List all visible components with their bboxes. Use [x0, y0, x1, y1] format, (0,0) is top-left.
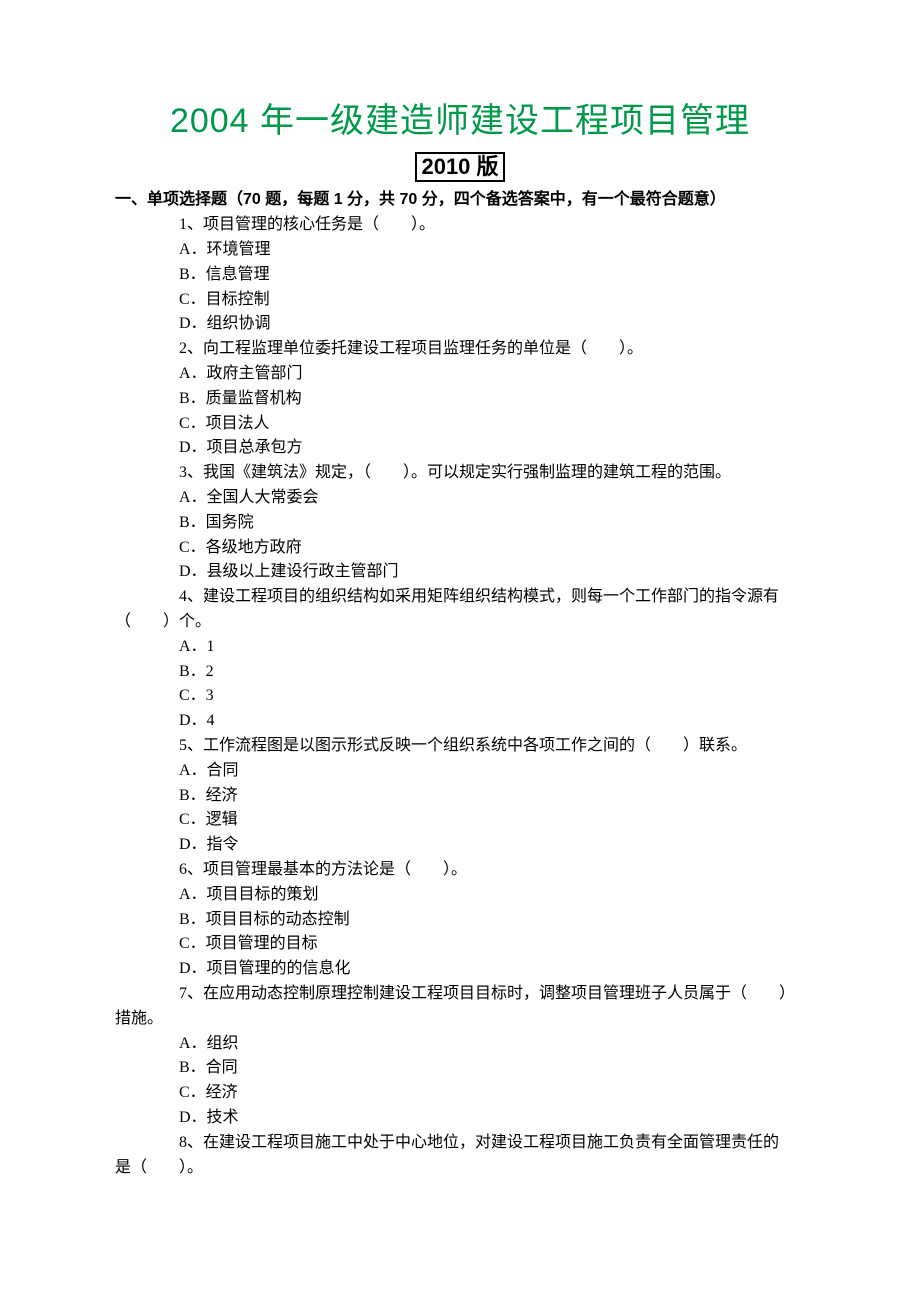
question-stem: 2、向工程监理单位委托建设工程项目监理任务的单位是（ ）。	[115, 337, 805, 362]
question-option: D．组织协调	[115, 312, 805, 337]
question-option: C．经济	[115, 1081, 805, 1106]
question-option: B．经济	[115, 784, 805, 809]
question-option: C．各级地方政府	[115, 536, 805, 561]
section-heading: 一、单项选择题（70 题，每题 1 分，共 70 分，四个备选答案中，有一个最符…	[115, 188, 805, 213]
question-option: A．项目目标的策划	[115, 883, 805, 908]
question-option: C．3	[115, 684, 805, 709]
question-option: D．技术	[115, 1106, 805, 1131]
question-stem: 7、在应用动态控制原理控制建设工程项目目标时，调整项目管理班子人员属于（ ）	[115, 982, 805, 1007]
subtitle-wrap: 2010 版	[115, 152, 805, 183]
question-option: A．1	[115, 635, 805, 660]
question-option: B．2	[115, 660, 805, 685]
question-stem-cont: 措施。	[115, 1007, 805, 1032]
question-option: D．4	[115, 709, 805, 734]
question-stem: 4、建设工程项目的组织结构如采用矩阵组织结构模式，则每一个工作部门的指令源有	[115, 585, 805, 610]
question-option: B．项目目标的动态控制	[115, 908, 805, 933]
question-option: D．项目总承包方	[115, 436, 805, 461]
question-option: B．国务院	[115, 511, 805, 536]
question-option: C．目标控制	[115, 288, 805, 313]
question-stem: 6、项目管理最基本的方法论是（ ）。	[115, 858, 805, 883]
question-option: A．环境管理	[115, 238, 805, 263]
document-page: 2004 年一级建造师建设工程项目管理 2010 版 一、单项选择题（70 题，…	[0, 0, 920, 1302]
question-option: C．逻辑	[115, 808, 805, 833]
document-subtitle: 2010 版	[415, 152, 504, 182]
question-stem: 8、在建设工程项目施工中处于中心地位，对建设工程项目施工负责有全面管理责任的	[115, 1131, 805, 1156]
question-option: A．全国人大常委会	[115, 486, 805, 511]
question-option: D．项目管理的的信息化	[115, 957, 805, 982]
question-option: C．项目管理的目标	[115, 932, 805, 957]
question-option: A．合同	[115, 759, 805, 784]
question-option: D．县级以上建设行政主管部门	[115, 560, 805, 585]
question-option: A．组织	[115, 1032, 805, 1057]
question-option: B．质量监督机构	[115, 387, 805, 412]
question-option: B．信息管理	[115, 263, 805, 288]
document-title: 2004 年一级建造师建设工程项目管理	[115, 95, 805, 148]
question-stem: 5、工作流程图是以图示形式反映一个组织系统中各项工作之间的（ ）联系。	[115, 734, 805, 759]
question-option: B．合同	[115, 1056, 805, 1081]
question-stem: 3、我国《建筑法》规定，（ ）。可以规定实行强制监理的建筑工程的范围。	[115, 461, 805, 486]
question-option: D．指令	[115, 833, 805, 858]
question-stem-cont: （ ）个。	[115, 610, 805, 635]
question-option: A．政府主管部门	[115, 362, 805, 387]
question-option: C．项目法人	[115, 412, 805, 437]
question-stem-cont: 是（ ）。	[115, 1156, 805, 1181]
question-stem: 1、项目管理的核心任务是（ ）。	[115, 213, 805, 238]
